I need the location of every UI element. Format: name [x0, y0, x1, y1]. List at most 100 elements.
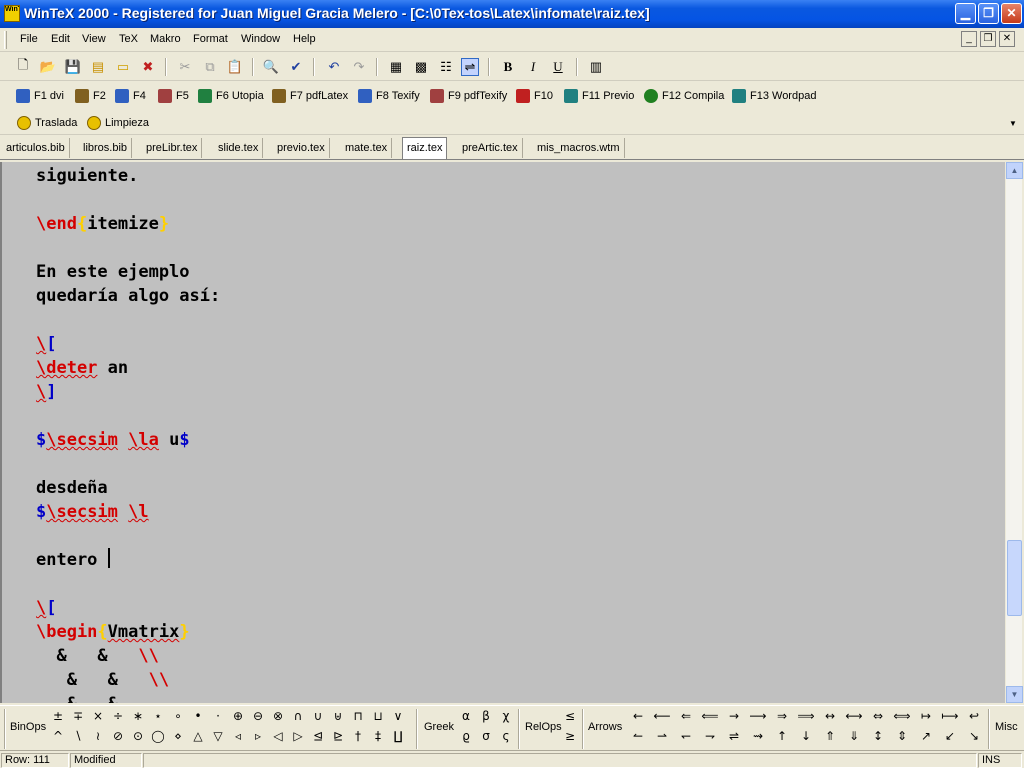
menu-edit[interactable]: Edit [51, 33, 70, 45]
symbol-button[interactable]: ↼ [626, 729, 650, 743]
find-icon[interactable]: 🔍 [262, 58, 280, 76]
arrows-row-2[interactable]: ↼ ⇀ ↽ ⇁ ⇌ ⇝ ↑ ↓ ⇑ ⇓ ↕ ⇕ ↗ ↙ ↘ [626, 729, 986, 743]
symbol-button[interactable]: ⇐ [674, 709, 698, 723]
symbol-button[interactable]: ⇀ [650, 729, 674, 743]
symbol-button[interactable]: • [188, 709, 208, 723]
symbol-button[interactable]: ⊘ [108, 729, 128, 743]
f6-utopia-button[interactable]: F6 Utopia [198, 89, 264, 103]
mdi-minimize-button[interactable]: _ [961, 31, 977, 47]
symbol-button[interactable]: ⇒ [770, 709, 794, 723]
symbol-button[interactable]: ↓ [794, 729, 818, 743]
symbol-button[interactable]: ⟺ [890, 709, 914, 723]
word-wrap-icon[interactable]: ⇌ [461, 58, 479, 76]
symbol-button[interactable]: ↽ [674, 729, 698, 743]
close-button[interactable]: ✕ [1001, 3, 1022, 24]
symbol-button[interactable]: ∓ [68, 709, 88, 723]
open-folder-icon[interactable]: 📂 [39, 58, 57, 76]
f8-texify-button[interactable]: F8 Texify [358, 89, 420, 103]
tab-preartic-tex[interactable]: preArtic.tex [458, 138, 523, 158]
symbol-button[interactable]: ↦ [914, 709, 938, 723]
tab-libros-bib[interactable]: libros.bib [79, 138, 133, 158]
menu-tex[interactable]: TeX [119, 33, 138, 45]
symbol-button[interactable]: ⟷ [842, 709, 866, 723]
save-icon[interactable]: 💾 [64, 58, 82, 76]
chevron-down-icon[interactable]: ▼ [1009, 119, 1017, 128]
binops-row-2[interactable]: ^ ∖ ≀ ⊘ ⊙ ◯ ⋄ △ ▽ ◃ ▹ ◁ ▷ ⊴ ⊵ † ‡ ∐ [48, 729, 408, 743]
symbol-button[interactable]: ↔ [818, 709, 842, 723]
mdi-close-button[interactable]: ✕ [999, 31, 1015, 47]
f2-button[interactable]: F2 [75, 89, 106, 103]
symbol-button[interactable]: ⟶ [746, 709, 770, 723]
tab-prelibr-tex[interactable]: preLibr.tex [142, 138, 203, 158]
symbol-button[interactable]: ↕ [866, 729, 890, 743]
menu-grip[interactable] [4, 31, 7, 49]
symbol-button[interactable]: ‡ [368, 729, 388, 743]
symbol-button[interactable]: ⊓ [348, 709, 368, 723]
symbol-button[interactable]: β [476, 709, 496, 723]
menu-view[interactable]: View [82, 33, 106, 45]
symbol-button[interactable]: ± [48, 709, 68, 723]
symbol-button[interactable]: ⋆ [148, 709, 168, 723]
symbol-button[interactable]: ⇓ [842, 729, 866, 743]
tab-articulos-bib[interactable]: articulos.bib [2, 138, 70, 158]
symbol-button[interactable]: ς [496, 729, 516, 743]
greek-label[interactable]: Greek [424, 721, 454, 733]
cut-icon[interactable]: ✂ [176, 58, 194, 76]
symbol-button[interactable]: ∗ [128, 709, 148, 723]
symbol-button[interactable]: ⊴ [308, 729, 328, 743]
table-icon[interactable]: ▥ [587, 58, 605, 76]
symbol-button[interactable]: ⊙ [128, 729, 148, 743]
symbol-button[interactable]: ▹ [248, 729, 268, 743]
relops-row-2[interactable]: ≥ [562, 729, 578, 743]
scroll-up-button[interactable]: ▲ [1006, 162, 1023, 179]
new-file-icon[interactable]: 🗋 [14, 57, 32, 76]
symbol-button[interactable]: ⇁ [698, 729, 722, 743]
minimize-button[interactable]: ▁ [955, 3, 976, 24]
underline-button[interactable]: U [549, 58, 567, 76]
tree-view-icon[interactable]: ☷ [437, 58, 455, 76]
vertical-scrollbar[interactable]: ▲ ▼ [1005, 162, 1023, 703]
traslada-button[interactable]: Traslada [17, 116, 77, 130]
scroll-down-button[interactable]: ▼ [1006, 686, 1023, 703]
symbol-button[interactable]: ↘ [962, 729, 986, 743]
f11-previo-button[interactable]: F11 Previo [564, 89, 634, 103]
symbol-button[interactable]: ⊔ [368, 709, 388, 723]
title-bar[interactable]: WinTeX WinTeX 2000 - Registered for Juan… [0, 0, 1024, 28]
symbol-button[interactable]: ⇑ [818, 729, 842, 743]
binops-label[interactable]: BinOps [10, 721, 46, 733]
f13-wordpad-button[interactable]: F13 Wordpad [732, 89, 816, 103]
symbol-button[interactable]: ∩ [288, 709, 308, 723]
symbol-button[interactable]: ∨ [388, 709, 408, 723]
symbol-button[interactable]: † [348, 729, 368, 743]
f10-button[interactable]: F10 [516, 89, 553, 103]
symbol-button[interactable]: σ [476, 729, 496, 743]
save-all-icon[interactable]: ▤ [89, 58, 107, 76]
arrows-label[interactable]: Arrows [588, 721, 622, 733]
symbol-button[interactable]: ⊎ [328, 709, 348, 723]
symbol-button[interactable]: ↗ [914, 729, 938, 743]
editor-pane[interactable]: siguiente. \end{itemize} En este ejemplo… [0, 162, 1005, 703]
symbol-button[interactable]: △ [188, 729, 208, 743]
mdi-restore-button[interactable]: ❐ [980, 31, 996, 47]
tab-mate-tex[interactable]: mate.tex [341, 138, 393, 158]
symbol-button[interactable]: ⟵ [650, 709, 674, 723]
record-macro-icon[interactable]: ▩ [412, 58, 430, 76]
menu-window[interactable]: Window [241, 33, 280, 45]
f1-dvi-button[interactable]: F1 dvi [16, 89, 64, 103]
greek-row-1[interactable]: αβχ [456, 709, 516, 723]
arrows-row-1[interactable]: ← ⟵ ⇐ ⟸ → ⟶ ⇒ ⟹ ↔ ⟷ ⇔ ⟺ ↦ ⟼ ↩ [626, 709, 986, 723]
paste-icon[interactable]: 📋 [226, 58, 244, 76]
undo-icon[interactable]: ↶ [325, 58, 343, 76]
menu-help[interactable]: Help [293, 33, 316, 45]
symbol-button[interactable]: ≥ [562, 729, 578, 743]
symbol-button[interactable]: ⊵ [328, 729, 348, 743]
tab-mis-macros-wtm[interactable]: mis_macros.wtm [533, 138, 625, 158]
symbol-button[interactable]: ⇔ [866, 709, 890, 723]
redo-icon[interactable]: ↷ [350, 58, 368, 76]
symbol-button[interactable]: ∐ [388, 729, 408, 743]
symbol-button[interactable]: → [722, 709, 746, 723]
spellcheck-icon[interactable]: ✔ [287, 58, 305, 76]
symbol-button[interactable]: ⇌ [722, 729, 746, 743]
relops-row-1[interactable]: ≤ [562, 709, 578, 723]
italic-button[interactable]: I [524, 58, 542, 76]
